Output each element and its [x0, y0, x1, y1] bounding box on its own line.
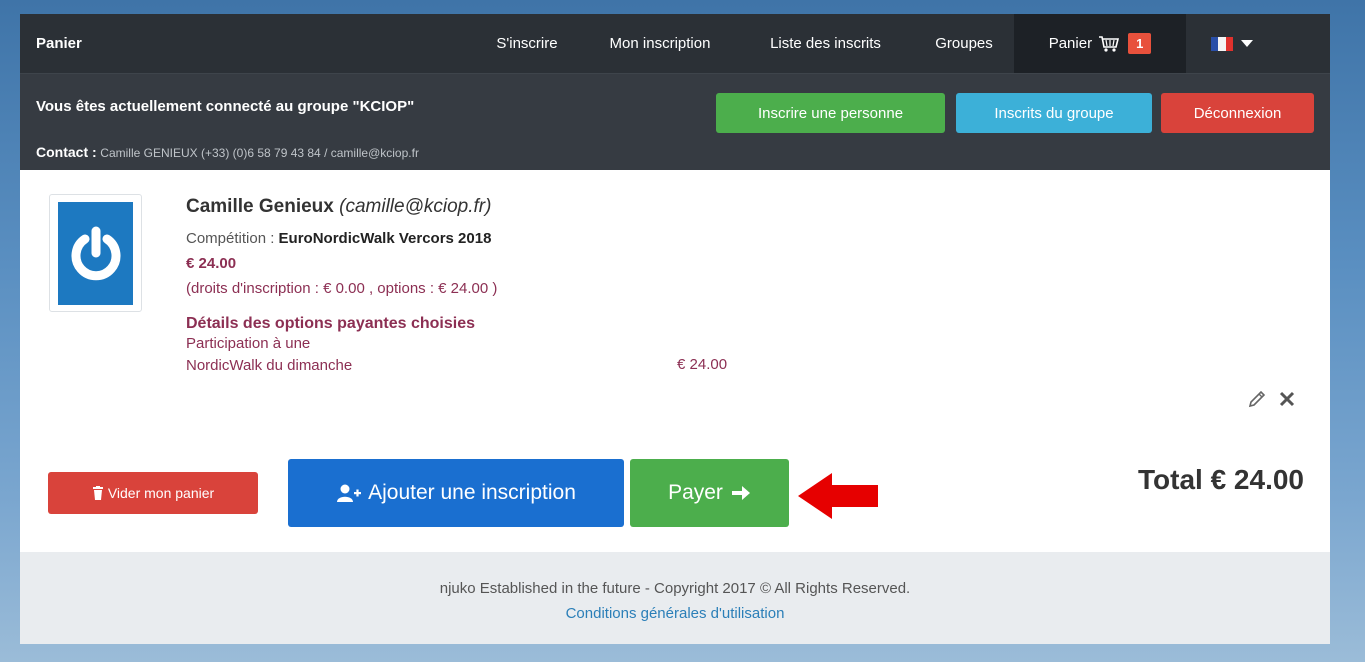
participant-name-line: Camille Genieux (camille@kciop.fr): [186, 196, 497, 218]
nav-item-registrants-list[interactable]: Liste des inscrits: [737, 14, 914, 73]
red-arrow-annotation: [798, 473, 880, 524]
page-title: Panier: [36, 35, 82, 52]
empty-cart-button[interactable]: Vider mon panier: [48, 472, 258, 514]
option-name-line1: Participation à une: [186, 335, 311, 352]
add-person-button[interactable]: Inscrire une personne: [716, 93, 945, 133]
edit-pencil-icon[interactable]: [1246, 388, 1268, 415]
language-selector[interactable]: [1186, 14, 1278, 73]
group-connection-text: Vous êtes actuellement connecté au group…: [36, 98, 415, 115]
competition-name: EuroNordicWalk Vercors 2018: [278, 230, 492, 247]
chevron-down-icon: [1241, 40, 1253, 47]
power-logo-icon: [58, 201, 133, 305]
footer-copyright: njuko Established in the future - Copyri…: [439, 580, 911, 597]
french-flag-icon: [1211, 36, 1233, 51]
nav-item-cart[interactable]: Panier 1: [1014, 14, 1186, 73]
terms-link[interactable]: Conditions générales d'utilisation: [20, 605, 1330, 622]
options-title: Détails des options payantes choisies: [186, 315, 475, 332]
price-breakdown: (droits d'inscription : € 0.00 , options…: [186, 280, 498, 297]
nav-item-register[interactable]: S'inscrire: [471, 14, 583, 73]
cart-page: Panier S'inscrire Mon inscription Liste …: [20, 14, 1330, 644]
top-navbar: Panier S'inscrire Mon inscription Liste …: [20, 14, 1330, 74]
remove-close-icon[interactable]: [1278, 390, 1296, 413]
option-name-line2: NordicWalk du dimanche: [186, 357, 353, 374]
entry-actions: [1246, 388, 1296, 415]
shopping-cart-icon: [1098, 35, 1120, 53]
add-user-icon: [336, 483, 362, 503]
avatar: [49, 194, 142, 312]
group-header: Vous êtes actuellement connecté au group…: [20, 74, 1330, 170]
contact-info: Camille GENIEUX (+33) (0)6 58 79 43 84 /…: [100, 146, 419, 160]
cart-label: Panier: [1048, 35, 1093, 52]
nav-item-groups[interactable]: Groupes: [914, 14, 1014, 73]
nav-item-my-registration[interactable]: Mon inscription: [583, 14, 737, 73]
arrow-right-icon: [731, 485, 751, 501]
contact-line: Contact : Camille GENIEUX (+33) (0)6 58 …: [36, 144, 419, 160]
entry-price: € 24.00: [186, 255, 237, 272]
cart-entry: Camille Genieux (camille@kciop.fr) Compé…: [186, 196, 497, 377]
cart-content: Camille Genieux (camille@kciop.fr) Compé…: [20, 170, 1330, 552]
participant-name: Camille Genieux: [186, 196, 334, 217]
logout-button[interactable]: Déconnexion: [1161, 93, 1314, 133]
competition-label: Compétition :: [186, 230, 275, 247]
group-members-button[interactable]: Inscrits du groupe: [956, 93, 1152, 133]
empty-cart-label: Vider mon panier: [107, 485, 215, 501]
competition-line: Compétition : EuroNordicWalk Vercors 201…: [186, 230, 497, 247]
contact-label: Contact :: [36, 144, 97, 160]
cart-total: Total € 24.00: [1137, 464, 1304, 495]
option-amount: € 24.00: [677, 356, 728, 373]
trash-icon: [92, 486, 104, 500]
pay-button[interactable]: Payer: [630, 459, 789, 527]
participant-email: (camille@kciop.fr): [339, 196, 492, 217]
pay-label: Payer: [668, 481, 723, 504]
cart-count-badge: 1: [1128, 33, 1152, 54]
footer: njuko Established in the future - Copyri…: [20, 552, 1330, 644]
add-registration-label: Ajouter une inscription: [368, 481, 576, 504]
add-registration-button[interactable]: Ajouter une inscription: [288, 459, 624, 527]
